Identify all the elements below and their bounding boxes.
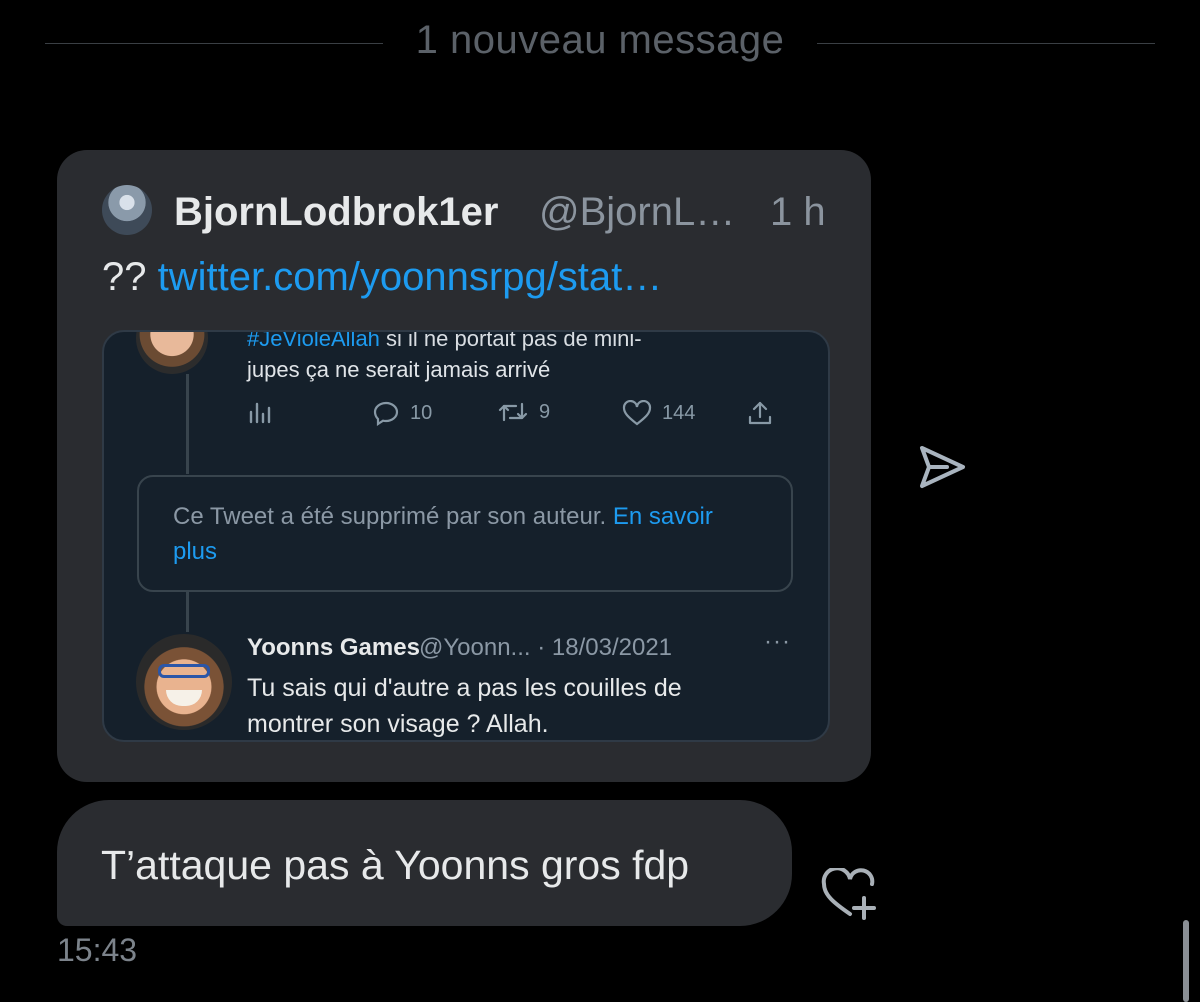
analytics-icon xyxy=(247,400,273,424)
more-options-icon: ··· xyxy=(764,628,791,655)
tweet-text-prefix: ?? xyxy=(102,255,147,299)
reply-stat: 10 xyxy=(372,400,432,426)
reply-count: 10 xyxy=(410,401,433,424)
share-icon[interactable] xyxy=(917,444,967,490)
deleted-notice-text: Ce Tweet a été supprimé par son auteur. xyxy=(173,503,607,530)
author-handle: @BjornL… xyxy=(539,190,736,234)
tweet-time: 1 h xyxy=(770,190,826,234)
glasses xyxy=(158,664,210,678)
message-timestamp: 15:43 xyxy=(57,932,138,968)
deleted-tweet-notice: Ce Tweet a été supprimé par son auteur. … xyxy=(137,475,793,592)
embedded-hashtag: #JeVioleAllah xyxy=(247,330,380,351)
grin xyxy=(166,690,202,706)
author-name[interactable]: BjornLodbrok1er xyxy=(174,190,498,235)
thread-line xyxy=(186,374,189,474)
shared-tweet-card[interactable]: BjornLodbrok1er @BjornL… 1 h ?? twitter.… xyxy=(57,150,871,782)
embedded-tweet-line1: #JeVioleAllah si il ne portait pas de mi… xyxy=(247,330,642,352)
embedded-line1-rest: si il ne portait pas de mini- xyxy=(379,330,642,351)
divider-line-left xyxy=(45,43,383,44)
add-reaction-heart-icon[interactable] xyxy=(820,868,880,920)
thread-line xyxy=(186,590,189,632)
tweet-link[interactable]: twitter.com/yoonnsrpg/stat… xyxy=(158,255,663,299)
upload-icon xyxy=(747,400,773,426)
divider-line-right xyxy=(817,43,1155,44)
retweet-count: 9 xyxy=(539,400,551,423)
embedded-reply-text: Tu sais qui d'autre a pas les couilles d… xyxy=(247,674,682,738)
embedded-reply-meta: @Yoonn... · 18/03/2021 xyxy=(419,634,673,661)
deleted-tweet-text: Ce Tweet a été supprimé par son auteur. … xyxy=(173,499,753,569)
retweet-icon xyxy=(498,402,528,422)
message-bubble[interactable]: T’attaque pas à Yoonns gros fdp xyxy=(57,800,792,926)
author-avatar[interactable] xyxy=(102,185,152,235)
embedded-actions: 10 9 144 xyxy=(247,400,787,430)
retweet-stat: 9 xyxy=(497,400,550,424)
tweet-screenshot-image[interactable]: #JeVioleAllah si il ne portait pas de mi… xyxy=(102,330,830,742)
like-count: 144 xyxy=(662,401,696,424)
new-message-divider: 1 nouveau message xyxy=(415,18,785,62)
message-text: T’attaque pas à Yoonns gros fdp xyxy=(101,842,690,888)
like-stat: 144 xyxy=(622,400,695,426)
reply-icon xyxy=(373,401,399,426)
embedded-avatar xyxy=(136,332,208,374)
embedded-reply-avatar xyxy=(136,634,232,730)
scrollbar-thumb[interactable] xyxy=(1183,920,1189,1002)
embedded-tweet-line2: jupes ça ne serait jamais arrivé xyxy=(247,357,551,382)
tweet-text: ?? twitter.com/yoonnsrpg/stat… xyxy=(102,255,662,300)
embedded-reply-name: Yoonns Games xyxy=(247,634,420,661)
like-icon xyxy=(622,400,652,426)
